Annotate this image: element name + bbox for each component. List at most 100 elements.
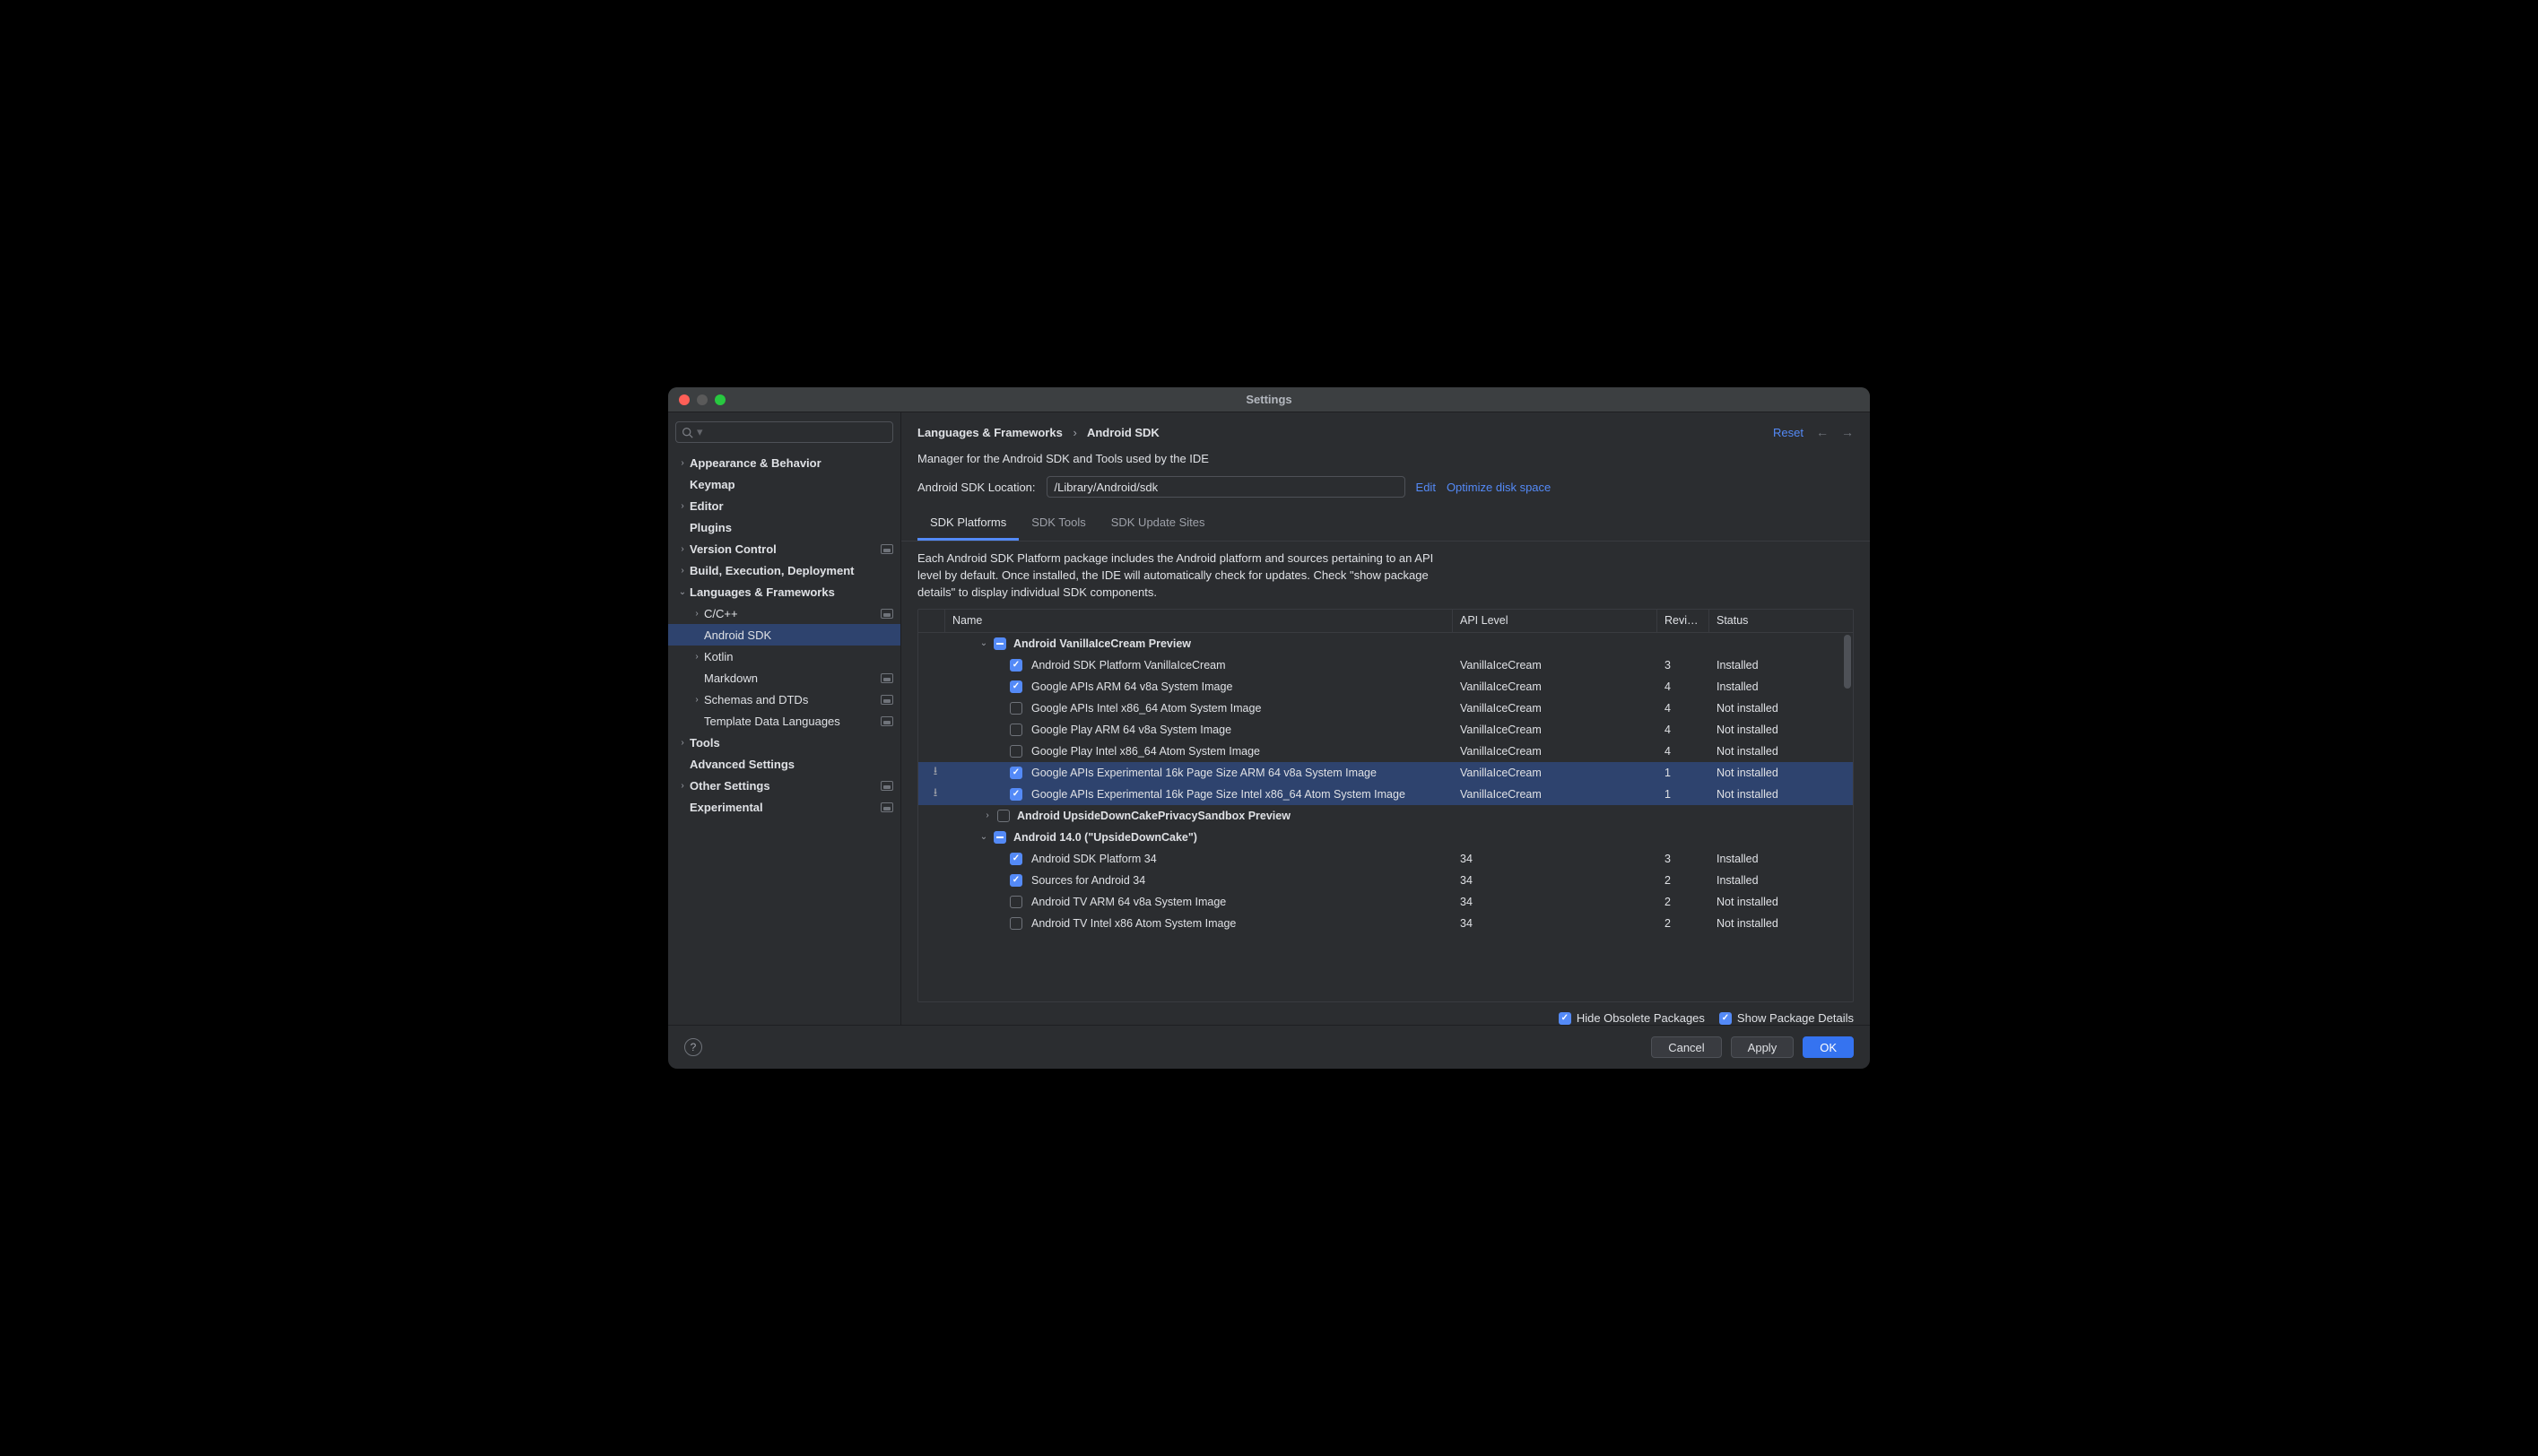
checkbox[interactable] xyxy=(1010,874,1022,887)
dropdown-sep-icon: ▾ xyxy=(697,425,703,439)
ok-button[interactable]: OK xyxy=(1803,1036,1854,1058)
sidebar-item[interactable]: Advanced Settings xyxy=(668,753,900,775)
checkbox[interactable] xyxy=(1010,767,1022,779)
col-api-level[interactable]: API Level xyxy=(1453,610,1657,632)
sidebar-item-label: Other Settings xyxy=(690,779,881,793)
sidebar-item[interactable]: ›Appearance & Behavior xyxy=(668,452,900,473)
sidebar: ▾ ›Appearance & BehaviorKeymap›EditorPlu… xyxy=(668,412,901,1025)
api-level: 34 xyxy=(1453,874,1657,887)
close-icon[interactable] xyxy=(679,394,690,405)
search-input[interactable]: ▾ xyxy=(675,421,893,443)
expand-icon[interactable]: › xyxy=(981,810,994,820)
table-row[interactable]: Google APIs ARM 64 v8a System ImageVanil… xyxy=(918,676,1853,698)
install-status: Not installed xyxy=(1709,896,1853,908)
table-row[interactable]: ⌄Android VanillaIceCream Preview xyxy=(918,633,1853,654)
chevron-icon: › xyxy=(690,652,704,662)
expand-icon[interactable]: ⌄ xyxy=(978,832,990,842)
sidebar-item[interactable]: Markdown xyxy=(668,667,900,689)
sidebar-item[interactable]: ›Other Settings xyxy=(668,775,900,796)
table-row[interactable]: Google APIs Intel x86_64 Atom System Ima… xyxy=(918,698,1853,719)
tab-sdk-tools[interactable]: SDK Tools xyxy=(1019,510,1098,541)
tab-sdk-update-sites[interactable]: SDK Update Sites xyxy=(1099,510,1218,541)
checkbox[interactable] xyxy=(1010,745,1022,758)
checkbox[interactable] xyxy=(1010,659,1022,672)
reset-link[interactable]: Reset xyxy=(1773,426,1804,439)
table-row[interactable]: Sources for Android 34342Installed xyxy=(918,870,1853,891)
nav-back-icon[interactable]: ← xyxy=(1816,425,1829,439)
api-level: VanillaIceCream xyxy=(1453,724,1657,736)
sidebar-item[interactable]: ›Kotlin xyxy=(668,646,900,667)
apply-button[interactable]: Apply xyxy=(1731,1036,1795,1058)
table-body: ⌄Android VanillaIceCream PreviewAndroid … xyxy=(918,633,1853,1001)
table-row[interactable]: Android SDK Platform 34343Installed xyxy=(918,848,1853,870)
page-subtitle: Manager for the Android SDK and Tools us… xyxy=(901,439,1870,465)
sidebar-item[interactable]: ⌄Languages & Frameworks xyxy=(668,581,900,602)
sidebar-item-label: Languages & Frameworks xyxy=(690,585,893,599)
package-name: Android SDK Platform 34 xyxy=(1031,853,1157,865)
checkbox[interactable] xyxy=(1010,788,1022,801)
checkbox[interactable] xyxy=(1010,680,1022,693)
revision: 3 xyxy=(1657,853,1709,865)
checkbox[interactable] xyxy=(994,637,1006,650)
help-button[interactable]: ? xyxy=(684,1038,702,1056)
table-row[interactable]: Android TV Intel x86 Atom System Image34… xyxy=(918,913,1853,934)
minimize-icon[interactable] xyxy=(697,394,708,405)
col-status[interactable]: Status xyxy=(1709,610,1853,632)
show-details-checkbox[interactable]: Show Package Details xyxy=(1719,1011,1854,1025)
checkbox[interactable] xyxy=(1010,702,1022,715)
sidebar-item[interactable]: ›Build, Execution, Deployment xyxy=(668,559,900,581)
tab-sdk-platforms[interactable]: SDK Platforms xyxy=(917,510,1019,541)
breadcrumb-current: Android SDK xyxy=(1087,426,1160,439)
breadcrumb-parent: Languages & Frameworks xyxy=(917,426,1063,439)
hide-obsolete-checkbox[interactable]: Hide Obsolete Packages xyxy=(1559,1011,1705,1025)
edit-link[interactable]: Edit xyxy=(1416,481,1436,494)
sidebar-item[interactable]: ›Tools xyxy=(668,732,900,753)
col-revision[interactable]: Revi… xyxy=(1657,610,1709,632)
table-row[interactable]: ⭳Google APIs Experimental 16k Page Size … xyxy=(918,762,1853,784)
checkbox[interactable] xyxy=(994,831,1006,844)
package-name: Android SDK Platform VanillaIceCream xyxy=(1031,659,1226,672)
checkbox-icon xyxy=(1719,1012,1732,1025)
expand-icon[interactable]: ⌄ xyxy=(978,638,990,648)
sidebar-item[interactable]: Android SDK xyxy=(668,624,900,646)
tab-description: Each Android SDK Platform package includ… xyxy=(901,542,1475,609)
revision: 1 xyxy=(1657,788,1709,801)
settings-tree: ›Appearance & BehaviorKeymap›EditorPlugi… xyxy=(668,448,900,1025)
sidebar-item[interactable]: ›Schemas and DTDs xyxy=(668,689,900,710)
zoom-icon[interactable] xyxy=(715,394,726,405)
table-row[interactable]: Google Play Intel x86_64 Atom System Ima… xyxy=(918,741,1853,762)
checkbox[interactable] xyxy=(997,810,1010,822)
col-name[interactable]: Name xyxy=(945,610,1453,632)
table-row[interactable]: Android SDK Platform VanillaIceCream Vani… xyxy=(918,654,1853,676)
cancel-button[interactable]: Cancel xyxy=(1651,1036,1721,1058)
checkbox[interactable] xyxy=(1010,896,1022,908)
checkbox-icon xyxy=(1559,1012,1571,1025)
table-row[interactable]: ›Android UpsideDownCakePrivacySandbox Pr… xyxy=(918,805,1853,827)
chevron-icon: › xyxy=(690,695,704,705)
table-row[interactable]: ⌄Android 14.0 ("UpsideDownCake") xyxy=(918,827,1853,848)
api-level: 34 xyxy=(1453,917,1657,930)
table-row[interactable]: Android TV ARM 64 v8a System Image342Not… xyxy=(918,891,1853,913)
sidebar-item[interactable]: Keymap xyxy=(668,473,900,495)
sdk-location-input[interactable]: /Library/Android/sdk xyxy=(1047,476,1405,498)
sidebar-item-label: Advanced Settings xyxy=(690,758,893,771)
sidebar-item[interactable]: ›C/C++ xyxy=(668,602,900,624)
sidebar-item[interactable]: ›Version Control xyxy=(668,538,900,559)
table-row[interactable]: Google Play ARM 64 v8a System ImageVanil… xyxy=(918,719,1853,741)
sidebar-item[interactable]: Experimental xyxy=(668,796,900,818)
sidebar-item[interactable]: Plugins xyxy=(668,516,900,538)
table-row[interactable]: ⭳Google APIs Experimental 16k Page Size … xyxy=(918,784,1853,805)
checkbox[interactable] xyxy=(1010,724,1022,736)
scrollbar-thumb[interactable] xyxy=(1844,635,1851,689)
optimize-link[interactable]: Optimize disk space xyxy=(1447,481,1551,494)
nav-forward-icon[interactable]: → xyxy=(1841,425,1854,439)
checkbox[interactable] xyxy=(1010,917,1022,930)
sidebar-item-label: Experimental xyxy=(690,801,881,814)
sidebar-item[interactable]: Template Data Languages xyxy=(668,710,900,732)
chevron-icon: › xyxy=(675,781,690,791)
checkbox[interactable] xyxy=(1010,853,1022,865)
api-level: VanillaIceCream xyxy=(1453,659,1657,672)
api-level: VanillaIceCream xyxy=(1453,680,1657,693)
search-icon xyxy=(682,427,693,438)
sidebar-item[interactable]: ›Editor xyxy=(668,495,900,516)
